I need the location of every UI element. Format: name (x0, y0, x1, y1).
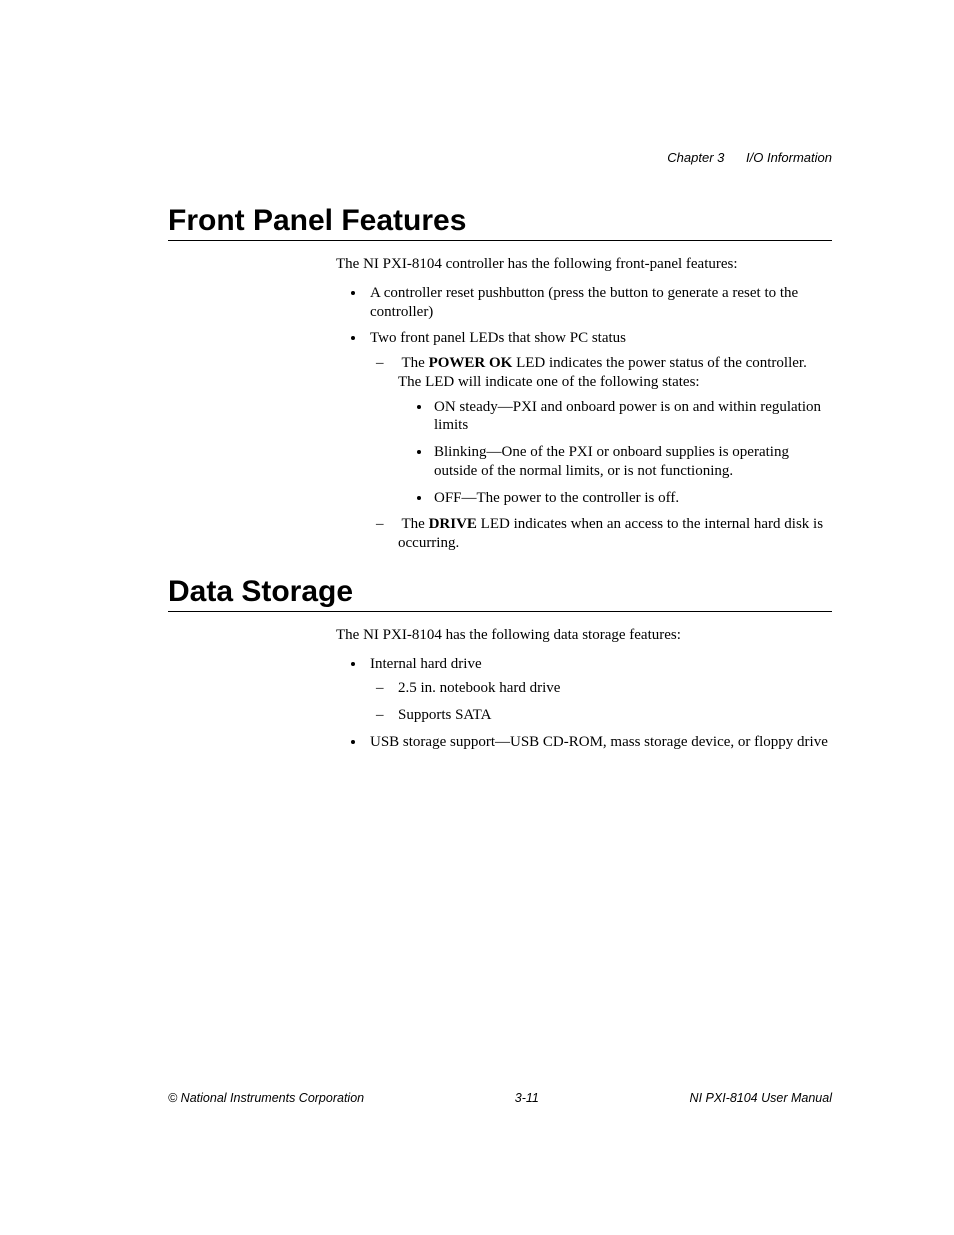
feature-list: A controller reset pushbutton (press the… (336, 284, 832, 553)
intro-text: The NI PXI-8104 has the following data s… (336, 626, 832, 645)
list-item: USB storage support—USB CD-ROM, mass sto… (366, 733, 832, 752)
footer-left: © National Instruments Corporation (168, 1091, 364, 1105)
section-heading: Front Panel Features (168, 204, 832, 238)
section-data-storage: Data Storage The NI PXI-8104 has the fol… (168, 575, 832, 752)
running-header: Chapter 3 I/O Information (667, 150, 832, 165)
page-footer: © National Instruments Corporation 3-11 … (168, 1091, 832, 1105)
list-item-text: Two front panel LEDs that show PC status (370, 330, 626, 346)
list-item: Internal hard drive 2.5 in. notebook har… (366, 655, 832, 725)
intro-text: The NI PXI-8104 controller has the follo… (336, 255, 832, 274)
text-run: The (401, 355, 428, 371)
list-item: Blinking—One of the PXI or onboard suppl… (432, 443, 832, 481)
chapter-label: Chapter 3 (667, 150, 724, 165)
bold-run: POWER OK (429, 355, 513, 371)
list-item: The POWER OK LED indicates the power sta… (398, 354, 832, 507)
state-list: ON steady—PXI and onboard power is on an… (398, 398, 832, 508)
section-rule (168, 240, 832, 241)
list-item: ON steady—PXI and onboard power is on an… (432, 398, 832, 436)
footer-center: 3-11 (515, 1091, 539, 1105)
list-item-text: Internal hard drive (370, 656, 482, 672)
page: Chapter 3 I/O Information Front Panel Fe… (0, 0, 954, 1235)
bold-run: DRIVE (429, 516, 477, 532)
footer-right: NI PXI-8104 User Manual (690, 1091, 832, 1105)
feature-list: Internal hard drive 2.5 in. notebook har… (336, 655, 832, 752)
list-item: 2.5 in. notebook hard drive (398, 679, 832, 698)
section-body: The NI PXI-8104 controller has the follo… (336, 255, 832, 553)
list-item: A controller reset pushbutton (press the… (366, 284, 832, 322)
section-front-panel: Front Panel Features The NI PXI-8104 con… (168, 204, 832, 553)
list-item: OFF—The power to the controller is off. (432, 489, 832, 508)
section-body: The NI PXI-8104 has the following data s… (336, 626, 832, 752)
list-item: The DRIVE LED indicates when an access t… (398, 515, 832, 553)
section-heading: Data Storage (168, 575, 832, 609)
list-item: Two front panel LEDs that show PC status… (366, 329, 832, 553)
text-run: The (401, 516, 428, 532)
chapter-title: I/O Information (746, 150, 832, 165)
sub-list: 2.5 in. notebook hard drive Supports SAT… (370, 679, 832, 725)
list-item: Supports SATA (398, 706, 832, 725)
sub-list: The POWER OK LED indicates the power sta… (370, 354, 832, 553)
section-rule (168, 611, 832, 612)
